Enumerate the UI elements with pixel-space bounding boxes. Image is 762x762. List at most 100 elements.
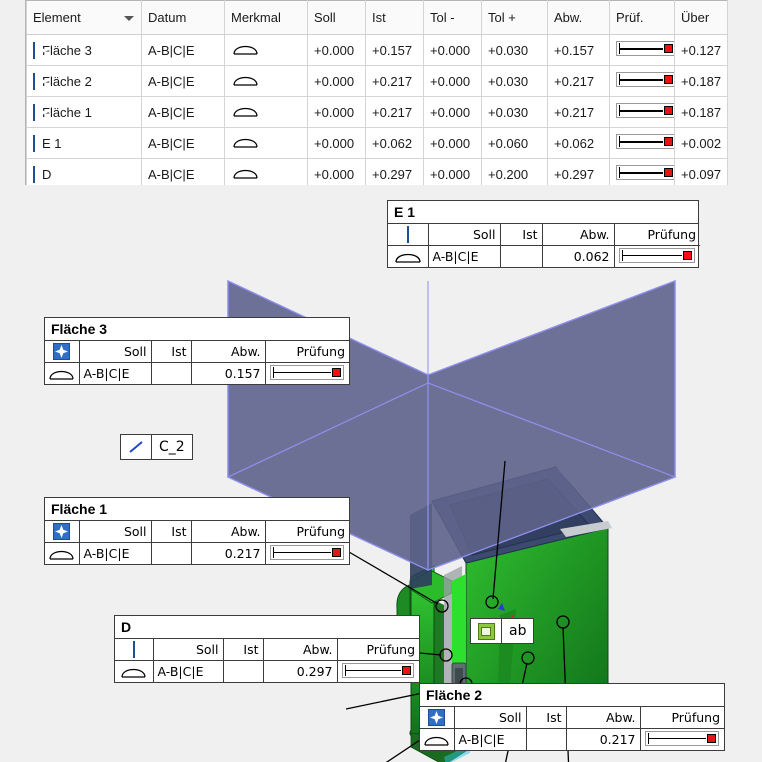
cell-soll: +0.000 xyxy=(307,34,366,66)
column-header-tol-plus-label: Tol + xyxy=(488,10,516,25)
cell-element[interactable]: E 1 xyxy=(26,127,142,159)
line-element-icon xyxy=(121,435,152,459)
chevron-down-icon[interactable] xyxy=(124,15,134,21)
column-header-abw-label: Abw. xyxy=(554,10,583,25)
gauge-out-of-tolerance xyxy=(616,165,674,183)
callout-flaeche1[interactable]: Fläche 1 Soll Ist Abw. Prüfung A-B|C|E 0… xyxy=(44,497,350,565)
cell-ueber: +0.127 xyxy=(674,34,728,66)
cell-tol-plus: +0.030 xyxy=(481,65,548,97)
column-header-soll[interactable]: Soll xyxy=(307,0,366,35)
text-element-icon xyxy=(471,619,502,643)
callout-flaeche1-abw: 0.217 xyxy=(191,542,266,564)
column-header-pruef[interactable]: Prüf. xyxy=(609,0,675,35)
column-header-soll-label: Soll xyxy=(314,10,336,25)
cell-tol-minus: +0.000 xyxy=(423,34,482,66)
column-header-ist[interactable]: Ist xyxy=(365,0,424,35)
column-header-tol-minus[interactable]: Tol - xyxy=(423,0,482,35)
callout-flaeche3-table: Soll Ist Abw. Prüfung A-B|C|E 0.157 xyxy=(45,341,349,384)
table-row[interactable]: Fläche 1 A-B|C|E +0.000 +0.217 +0.000 +0.030 +… xyxy=(26,96,728,128)
cell-element[interactable]: Fläche 1 xyxy=(26,96,142,128)
application-window: Element Datum Merkmal Soll Ist Tol - Tol… xyxy=(0,0,762,762)
table-row[interactable]: E 1 A-B|C|E +0.000 +0.062 +0.000 +0.060 +0.062… xyxy=(26,127,728,159)
cell-element[interactable]: Fläche 3 xyxy=(26,34,142,66)
column-header-merkmal[interactable]: Merkmal xyxy=(224,0,308,35)
callout-flaeche2-ist xyxy=(526,728,567,750)
plane-icon xyxy=(388,224,429,246)
callout-flaeche2-title: Fläche 2 xyxy=(420,684,724,707)
callout-flaeche2-value-row: A-B|C|E 0.217 xyxy=(420,728,724,750)
cell-datum: A-B|C|E xyxy=(141,34,225,66)
table-row[interactable]: Fläche 3 A-B|C|E +0.000 +0.157 +0.000 +0.030 +… xyxy=(26,34,728,66)
gauge-out-of-tolerance xyxy=(616,72,674,90)
flatness-form-icon xyxy=(420,728,455,750)
callout-flaeche1-datum: A-B|C|E xyxy=(79,542,152,564)
element-label: Fläche 3 xyxy=(42,42,92,58)
cell-tol-plus: +0.030 xyxy=(481,34,548,66)
column-header-pruef-label: Prüf. xyxy=(616,10,644,25)
callout-d-abw: 0.297 xyxy=(263,660,338,682)
callout-d-datum: A-B|C|E xyxy=(153,660,224,682)
element-label: Fläche 2 xyxy=(42,73,92,89)
callout-flaeche2-header-row: Soll Ist Abw. Prüfung xyxy=(420,707,724,729)
callout-flaeche3[interactable]: Fläche 3 Soll Ist Abw. Prüfung A-B|C|E 0… xyxy=(44,317,350,385)
cell-merkmal xyxy=(224,96,308,128)
cell-ist: +0.062 xyxy=(365,127,424,159)
callout-flaeche3-ist xyxy=(151,362,192,384)
gauge-out-of-tolerance xyxy=(616,134,674,152)
callout-flaeche2-abw: 0.217 xyxy=(566,728,641,750)
callout-flaeche3-soll-header: Soll xyxy=(79,341,152,363)
cell-abw: +0.157 xyxy=(547,34,610,66)
gauge-out-of-tolerance xyxy=(616,41,674,59)
callout-d-soll-header: Soll xyxy=(153,639,224,661)
table-row[interactable]: Fläche 2 A-B|C|E +0.000 +0.217 +0.000 +0.030 +… xyxy=(26,65,728,97)
cell-datum: A-B|C|E xyxy=(141,127,225,159)
column-header-ist-label: Ist xyxy=(372,10,386,25)
callout-d[interactable]: D Soll Ist Abw. Prüfung A-B|C|E 0.297 xyxy=(114,615,420,683)
callout-e1[interactable]: E 1 Soll Ist Abw. Prüfung A-B|C|E 0.062 xyxy=(387,200,700,268)
callout-flaeche1-ist xyxy=(151,542,192,564)
column-header-ueber-label: Über xyxy=(681,10,710,25)
flatness-form-icon xyxy=(231,44,261,59)
callout-flaeche1-pruefung-header: Prüfung xyxy=(265,521,349,543)
cell-pruef xyxy=(609,34,675,66)
flatness-form-icon xyxy=(231,168,261,183)
callout-flaeche3-pruefung-header: Prüfung xyxy=(265,341,349,363)
plane-icon xyxy=(33,134,35,152)
surface-icon xyxy=(420,707,455,729)
cell-abw: +0.217 xyxy=(547,96,610,128)
callout-flaeche1-header-row: Soll Ist Abw. Prüfung xyxy=(45,521,349,543)
cell-element[interactable]: Fläche 2 xyxy=(26,65,142,97)
callout-flaeche1-title: Fläche 1 xyxy=(45,498,349,521)
surface-icon xyxy=(45,521,80,543)
cell-soll: +0.000 xyxy=(307,96,366,128)
column-header-abw[interactable]: Abw. xyxy=(547,0,610,35)
callout-e1-pruefung-header: Prüfung xyxy=(614,224,700,246)
callout-e1-abw: 0.062 xyxy=(542,245,615,267)
callout-e1-ist-header: Ist xyxy=(500,224,543,246)
callout-flaeche3-abw-header: Abw. xyxy=(191,341,266,363)
chip-ab[interactable]: ab xyxy=(470,618,535,644)
callout-flaeche2-table: Soll Ist Abw. Prüfung A-B|C|E 0.217 xyxy=(420,707,724,750)
cell-tol-minus: +0.000 xyxy=(423,65,482,97)
callout-e1-table: Soll Ist Abw. Prüfung A-B|C|E 0.062 xyxy=(388,224,700,267)
surface-icon xyxy=(33,103,48,121)
chip-c2[interactable]: C_2 xyxy=(120,434,193,460)
callout-flaeche2-pruefung-header: Prüfung xyxy=(640,707,724,729)
callout-flaeche2-datum: A-B|C|E xyxy=(454,728,527,750)
callout-flaeche1-abw-header: Abw. xyxy=(191,521,266,543)
callout-flaeche3-datum: A-B|C|E xyxy=(79,362,152,384)
flatness-form-icon xyxy=(45,542,80,564)
column-header-datum[interactable]: Datum xyxy=(141,0,225,35)
cell-tol-plus: +0.060 xyxy=(481,127,548,159)
cell-abw: +0.217 xyxy=(547,65,610,97)
column-header-element[interactable]: Element xyxy=(26,0,142,35)
callout-flaeche3-abw: 0.157 xyxy=(191,362,266,384)
callout-flaeche2[interactable]: Fläche 2 Soll Ist Abw. Prüfung A-B|C|E 0… xyxy=(419,683,725,751)
column-header-ueber[interactable]: Über xyxy=(674,0,728,35)
column-header-tol-plus[interactable]: Tol + xyxy=(481,0,548,35)
cell-pruef xyxy=(609,96,675,128)
cell-pruef xyxy=(609,127,675,159)
element-label: Fläche 1 xyxy=(42,104,92,120)
cell-ueber: +0.002 xyxy=(674,127,728,159)
callout-flaeche3-gauge xyxy=(265,363,349,385)
